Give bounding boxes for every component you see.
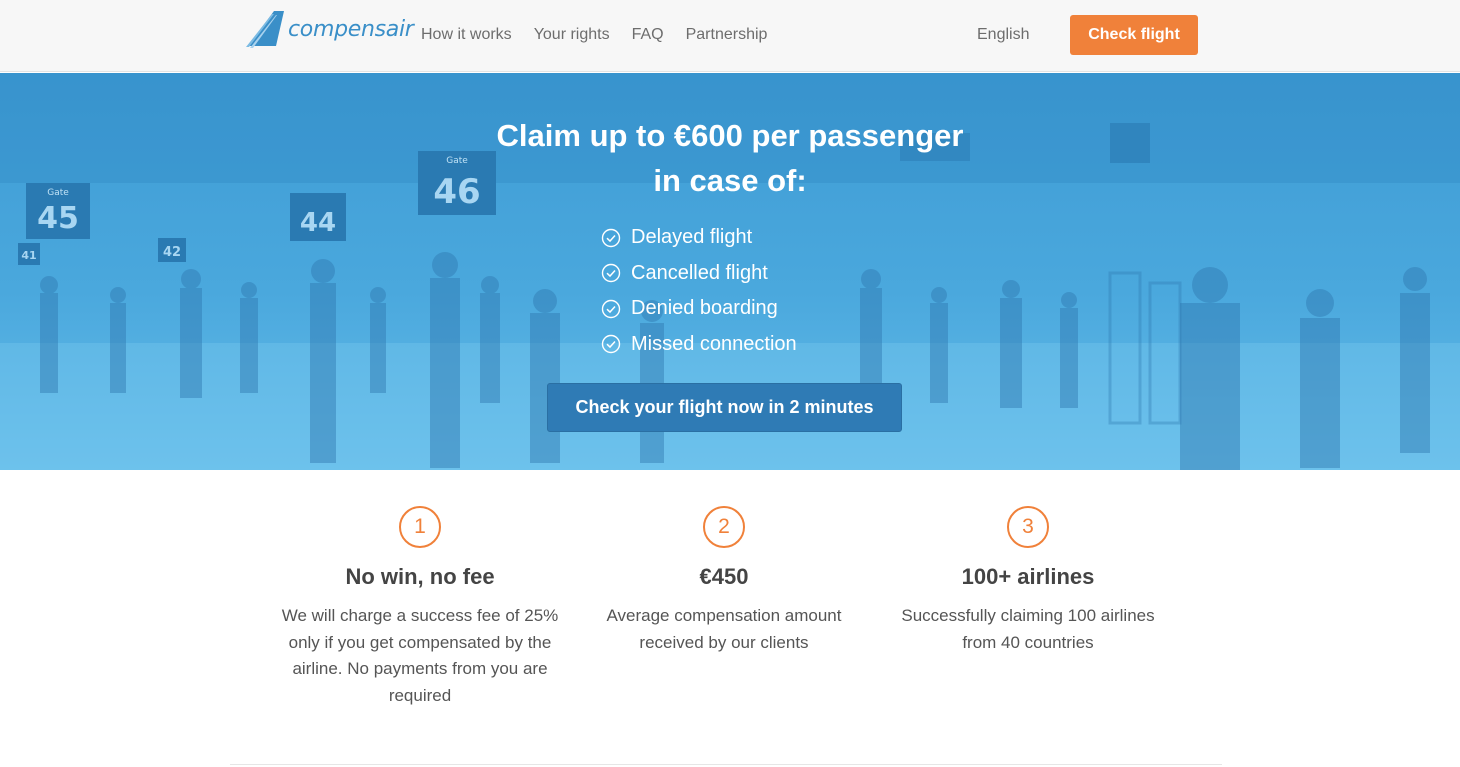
list-item-label: Delayed flight — [631, 226, 753, 249]
hero-title: Claim up to €600 per passenger in case o… — [0, 113, 1460, 203]
logo-text: compensair — [288, 16, 414, 42]
hero-title-line2: in case of: — [653, 163, 807, 198]
logo-tail-icon — [246, 11, 284, 48]
step-number-badge: 1 — [399, 506, 441, 548]
feature-description: We will charge a success fee of 25% only… — [281, 606, 559, 705]
feature-average-compensation: 2 €450 Average compensation amount recei… — [584, 506, 864, 656]
nav-faq[interactable]: FAQ — [632, 24, 664, 46]
svg-text:45: 45 — [37, 201, 79, 236]
list-item-label: Cancelled flight — [631, 261, 768, 284]
logo[interactable]: compensair — [246, 9, 414, 49]
section-divider — [230, 764, 1222, 765]
feature-title: No win, no fee — [345, 564, 495, 589]
check-circle-icon — [601, 264, 621, 283]
list-item: Delayed flight — [601, 220, 797, 256]
feature-no-win-no-fee: 1 No win, no fee We will charge a succes… — [280, 506, 560, 709]
check-circle-icon — [601, 228, 621, 247]
list-item-label: Denied boarding — [631, 297, 778, 320]
language-selector[interactable]: English — [977, 24, 1029, 46]
feature-description: Successfully claiming 100 airlines from … — [901, 606, 1155, 652]
check-circle-icon — [601, 299, 621, 318]
nav-your-rights[interactable]: Your rights — [534, 24, 610, 46]
check-flight-button[interactable]: Check flight — [1070, 15, 1198, 55]
list-item: Missed connection — [601, 327, 797, 363]
hero-title-line1: Claim up to €600 per passenger — [496, 118, 964, 153]
feature-title: €450 — [699, 564, 749, 589]
nav-how-it-works[interactable]: How it works — [421, 24, 512, 46]
svg-text:44: 44 — [300, 208, 336, 238]
feature-title: 100+ airlines — [961, 564, 1095, 589]
list-item: Cancelled flight — [601, 256, 797, 292]
main-nav: How it works Your rights FAQ Partnership — [421, 24, 789, 46]
gate-sign-42: 42 — [158, 238, 186, 262]
list-item-label: Missed connection — [631, 332, 797, 355]
hero-section: Gate 45 44 Gate 46 42 41 Claim up to €60… — [0, 73, 1460, 470]
check-your-flight-button[interactable]: Check your flight now in 2 minutes — [547, 383, 902, 432]
claim-reasons-list: Delayed flight Cancelled flight Denied b… — [601, 220, 797, 362]
gate-sign-41: 41 — [18, 243, 40, 265]
step-number-badge: 3 — [1007, 506, 1049, 548]
top-header: compensair How it works Your rights FAQ … — [0, 0, 1460, 72]
nav-partnership[interactable]: Partnership — [686, 24, 768, 46]
step-number-badge: 2 — [703, 506, 745, 548]
check-circle-icon — [601, 335, 621, 354]
list-item: Denied boarding — [601, 291, 797, 327]
svg-text:41: 41 — [21, 249, 36, 262]
feature-airlines: 3 100+ airlines Successfully claiming 10… — [888, 506, 1168, 656]
svg-text:42: 42 — [163, 245, 181, 260]
feature-description: Average compensation amount received by … — [606, 606, 842, 652]
